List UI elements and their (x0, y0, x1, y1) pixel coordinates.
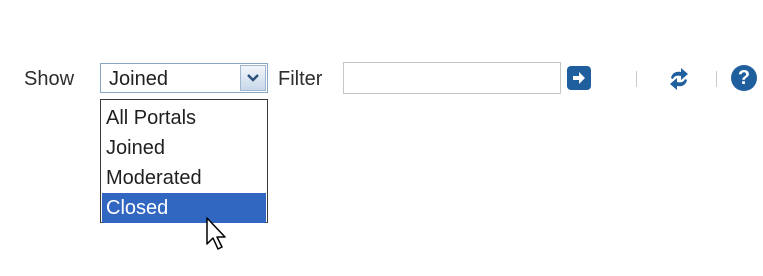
filter-go-button[interactable] (567, 66, 591, 90)
show-select[interactable]: Joined (100, 63, 268, 93)
toolbar-separator (716, 71, 717, 87)
option-moderated[interactable]: Moderated (102, 163, 266, 193)
refresh-button[interactable] (664, 64, 694, 94)
portal-toolbar: Show Joined Filter ? (0, 59, 763, 99)
show-label: Show (24, 68, 75, 90)
mouse-cursor-icon (206, 217, 226, 250)
show-select-value: Joined (109, 68, 168, 90)
option-all-portals[interactable]: All Portals (102, 103, 266, 133)
chevron-down-icon[interactable] (240, 65, 266, 91)
filter-label: Filter (278, 68, 323, 90)
refresh-icon (670, 68, 688, 90)
option-joined[interactable]: Joined (102, 133, 266, 163)
help-icon: ? (737, 67, 751, 89)
arrow-right-icon (573, 72, 585, 84)
help-button[interactable]: ? (731, 65, 757, 91)
filter-input[interactable] (343, 62, 561, 94)
option-closed[interactable]: Closed (102, 193, 266, 223)
show-select-options: All Portals Joined Moderated Closed (100, 99, 268, 223)
toolbar-separator (636, 71, 637, 87)
